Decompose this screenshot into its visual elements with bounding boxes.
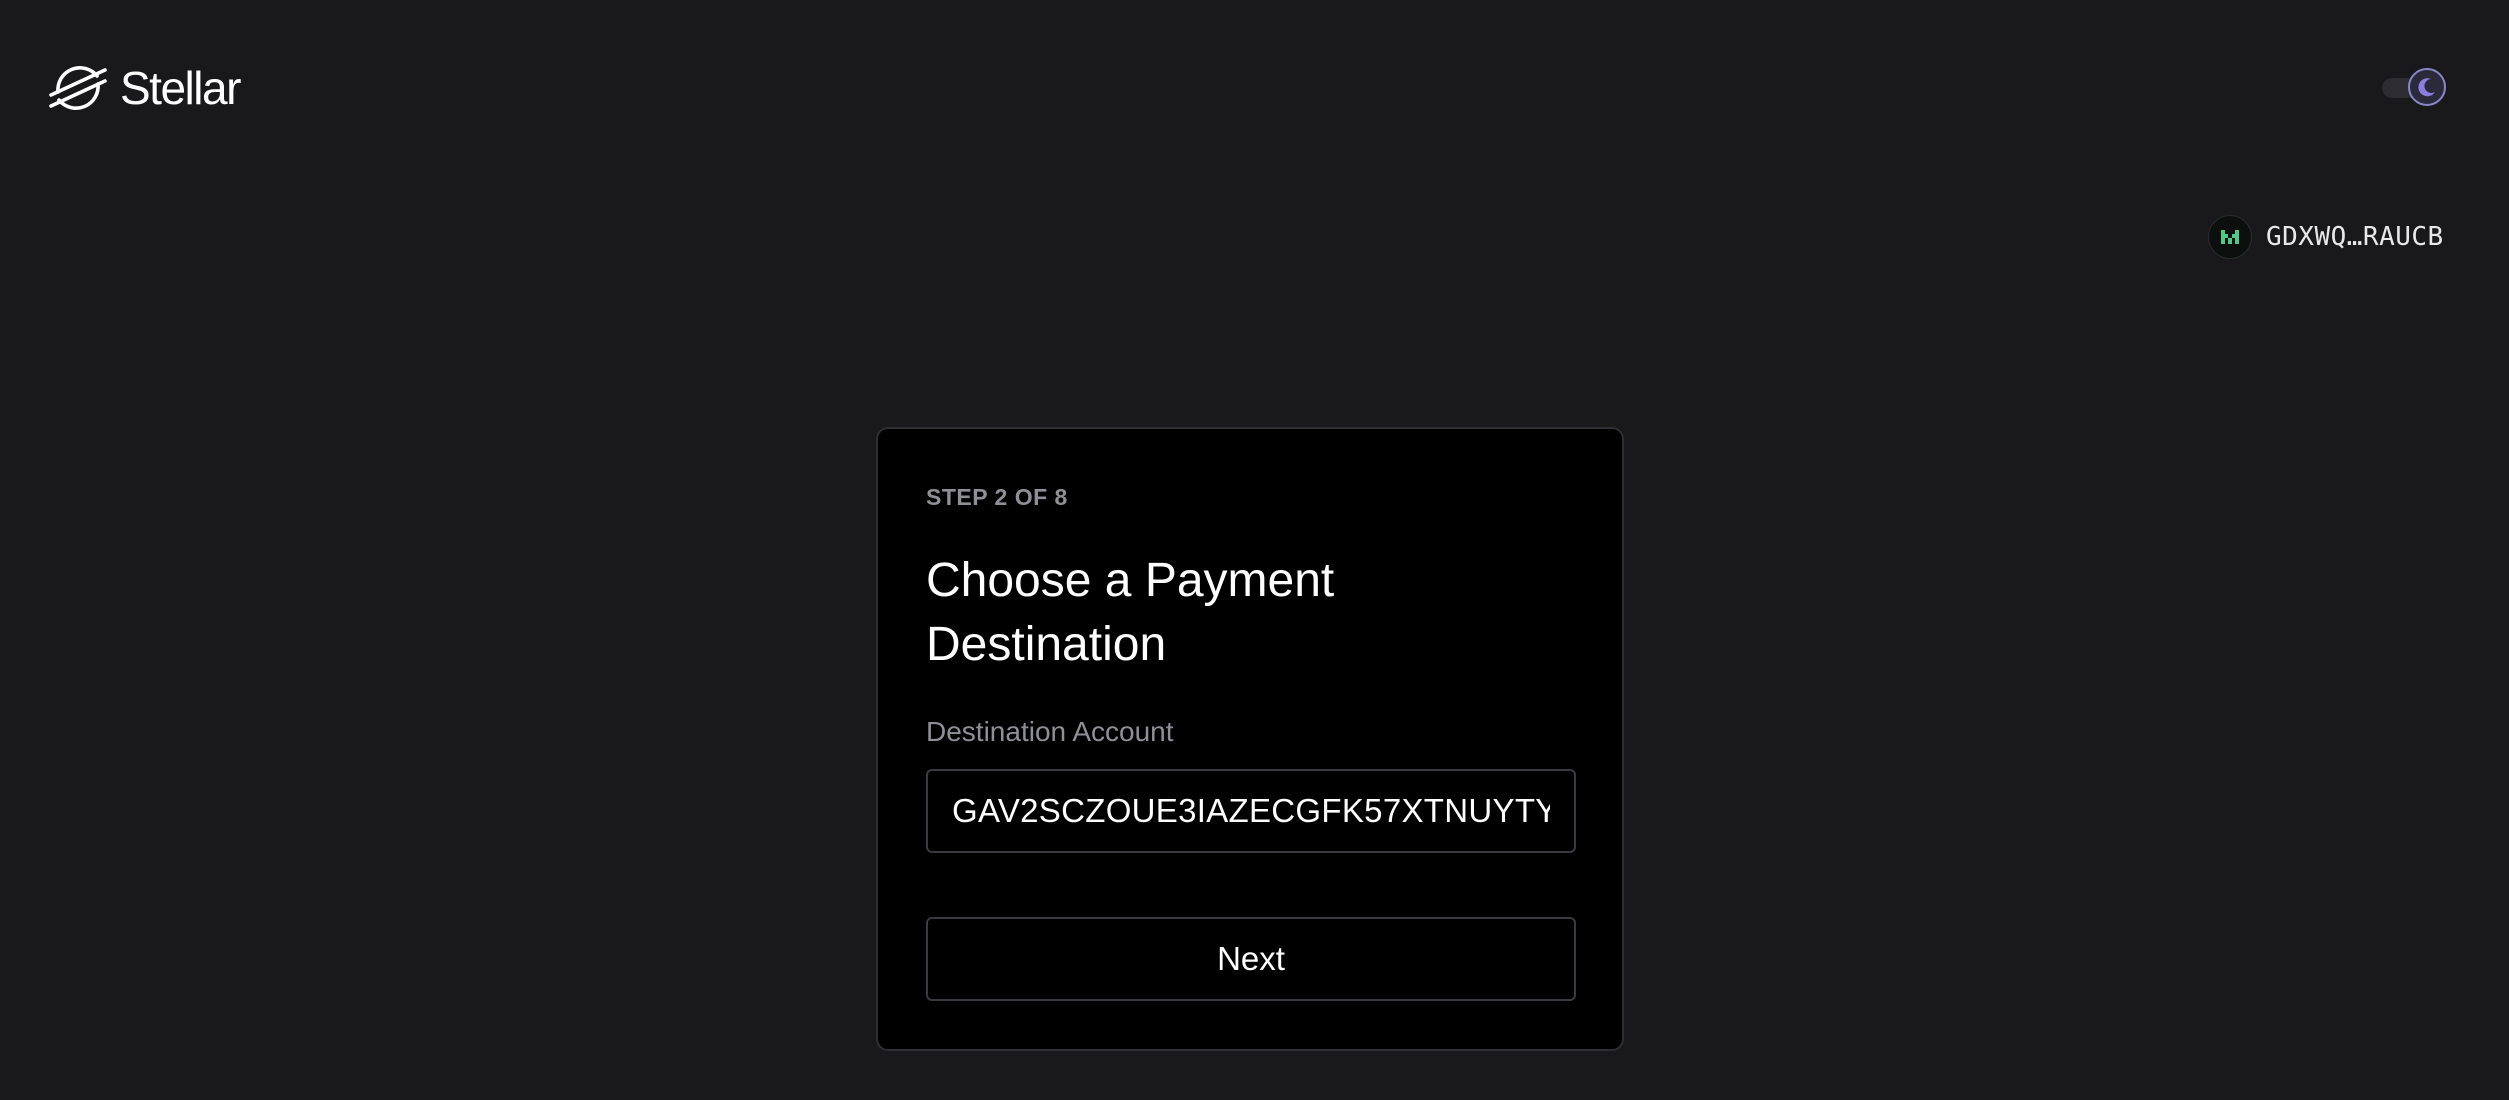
- destination-label: Destination Account: [926, 716, 1174, 747]
- stellar-logo-link[interactable]: Stellar: [48, 62, 241, 114]
- moon-icon: [2418, 78, 2435, 97]
- next-button[interactable]: Next: [926, 917, 1576, 1001]
- account-chip[interactable]: GDXWQ…RAUCB: [2208, 214, 2444, 260]
- theme-toggle[interactable]: [2382, 68, 2448, 108]
- stellar-logo-icon: [49, 66, 107, 110]
- page-title: Choose a Payment Destination: [926, 554, 1335, 671]
- page: Stellar GDXWQ…RAUCB STEP 2 OF 8 Choose a…: [0, 0, 2509, 1100]
- toggle-knob: [2408, 68, 2446, 106]
- identicon-avatar: [2208, 215, 2252, 259]
- step-indicator: STEP 2 OF 8: [926, 484, 1068, 510]
- identicon-icon: [2221, 230, 2239, 244]
- destination-account-input[interactable]: [926, 769, 1576, 853]
- brand-name: Stellar: [120, 62, 241, 114]
- account-address: GDXWQ…RAUCB: [2266, 222, 2444, 252]
- payment-card: STEP 2 OF 8 Choose a Payment Destination…: [876, 427, 1624, 1051]
